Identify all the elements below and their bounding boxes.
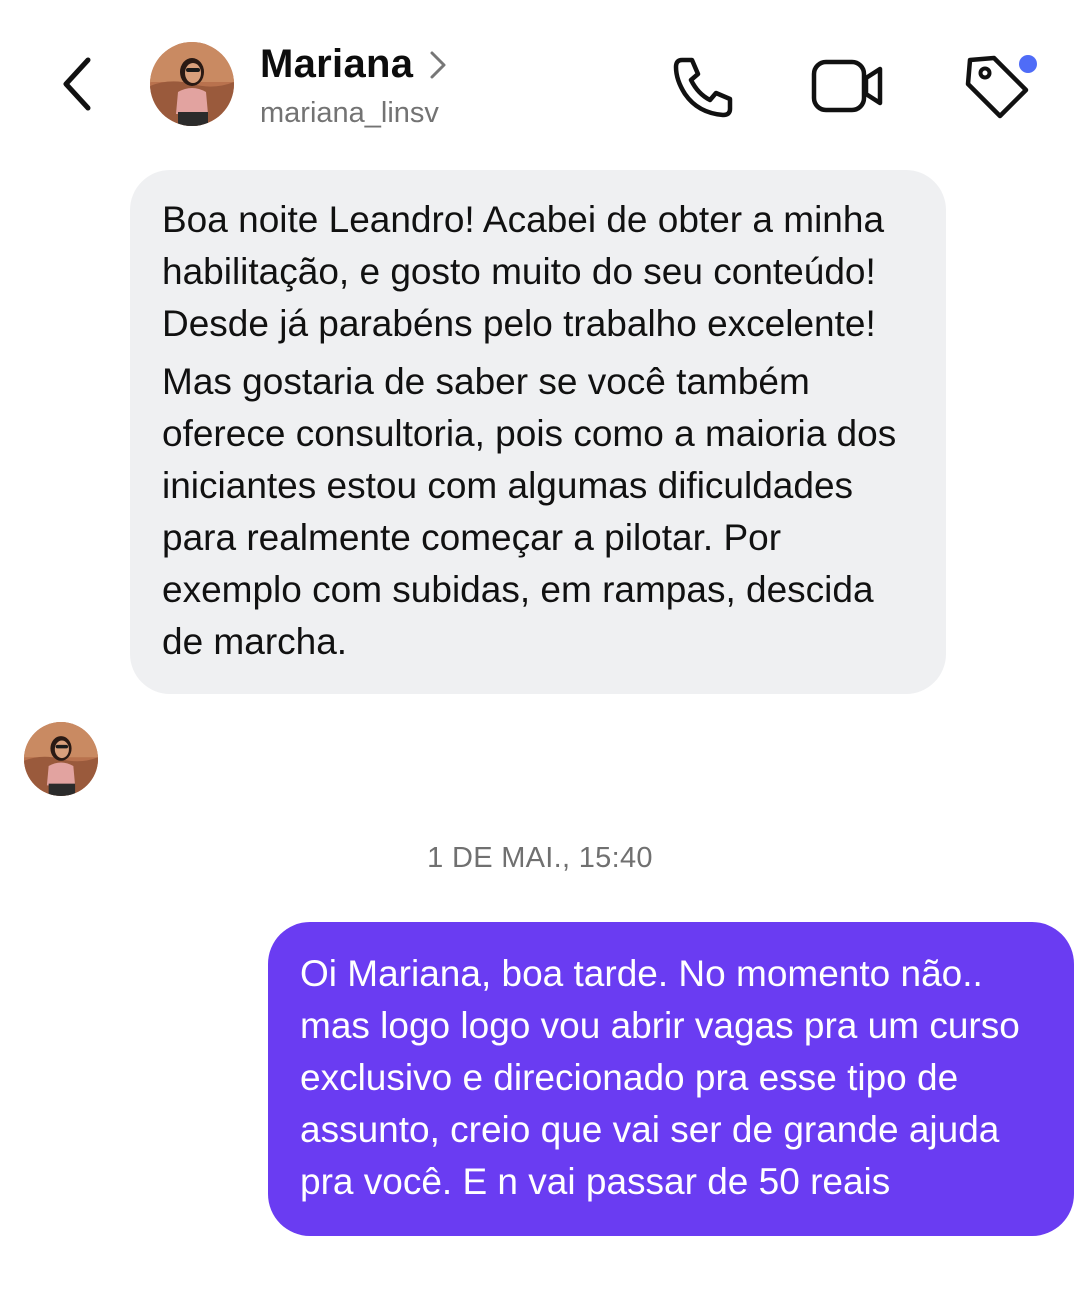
phone-icon [673,57,733,118]
outgoing-message-bubble[interactable]: Oi Mariana, boa tarde. No momento não.. … [268,922,1074,1236]
tag-icon [965,55,1037,119]
video-call-button[interactable] [810,54,886,118]
avatar[interactable] [150,42,234,126]
call-button[interactable] [668,52,738,122]
message-text: Oi Mariana, boa tarde. No momento não.. … [300,953,1020,1202]
incoming-message-bubble[interactable]: Boa noite Leandro! Acabei de obter a min… [130,170,946,694]
contact-name: Mariana [260,42,414,86]
contact-info[interactable]: Mariana mariana_linsv [260,40,449,130]
message-text: Boa noite Leandro! Acabei de obter a min… [162,199,885,344]
message-text: Mas gostaria de saber se você também ofe… [162,361,897,662]
sender-avatar[interactable] [24,722,98,796]
chat-header: Mariana mariana_linsv [0,0,1080,160]
tag-button[interactable] [960,48,1042,122]
video-camera-icon [811,59,883,113]
back-button[interactable] [54,52,102,116]
message-timestamp: 1 DE MAI., 15:40 [427,842,653,874]
chevron-right-icon [430,51,446,79]
chevron-left-icon [63,57,91,111]
notification-dot [1019,55,1037,73]
contact-username: mariana_linsv [260,97,439,129]
